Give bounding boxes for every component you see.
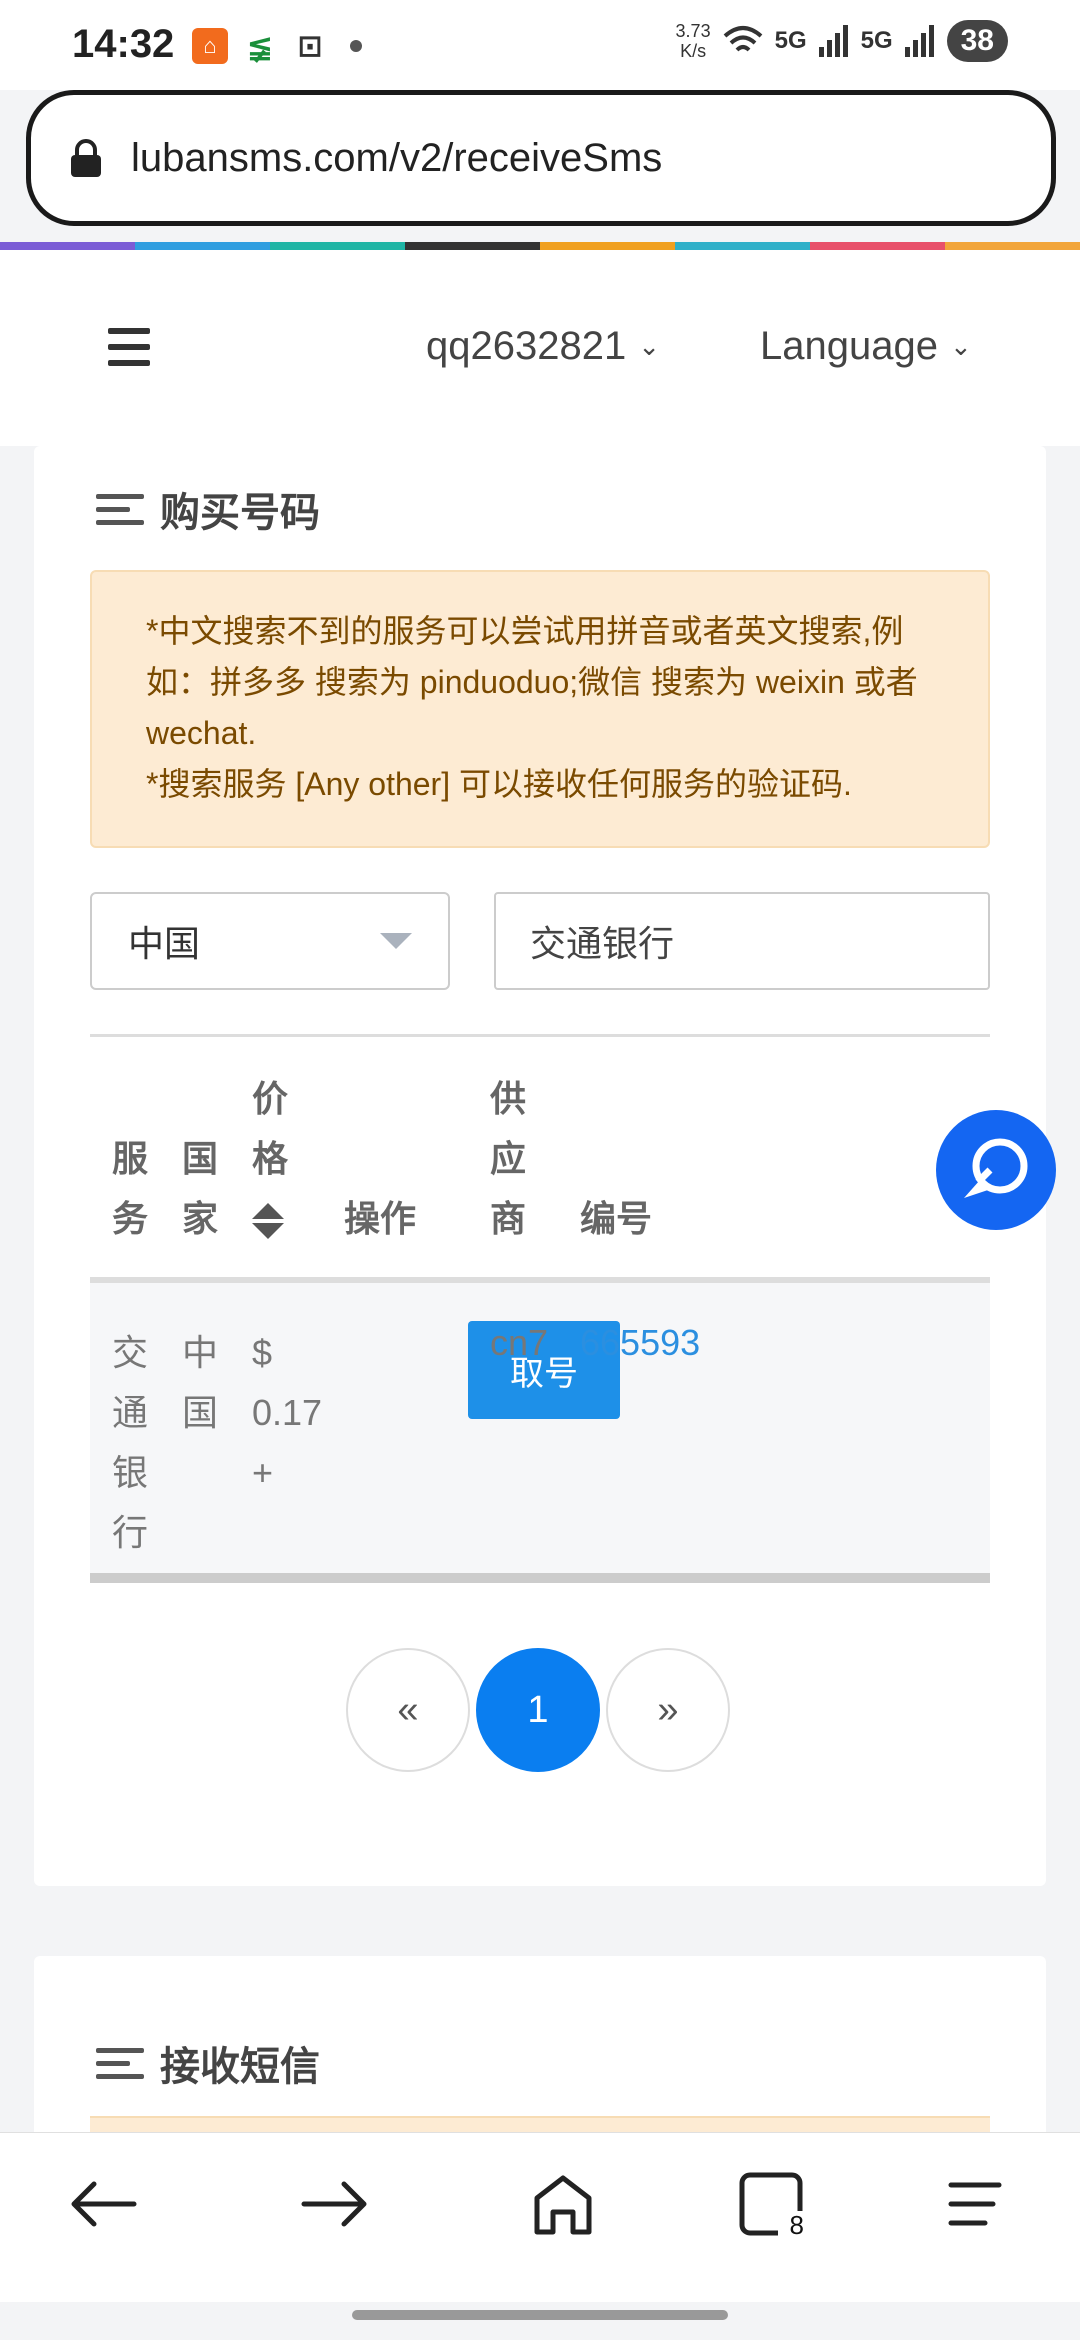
- tip-line-1: *中文搜索不到的服务可以尝试用拼音或者英文搜索,例如：拼多多 搜索为 pindu…: [146, 613, 918, 751]
- pagination: « 1 »: [346, 1648, 730, 1772]
- network-speed-unit: K/s: [680, 41, 707, 61]
- buy-section-title-text: 购买号码: [160, 491, 320, 535]
- screenshot-icon: ⊡: [297, 29, 323, 63]
- signal-1-label: 5G: [774, 27, 807, 54]
- url-text: lubansms.com/v2/receiveSms: [131, 135, 663, 180]
- home-icon: [534, 2175, 592, 2235]
- app-notification-icon: ⌂: [192, 28, 228, 64]
- receive-section-title-text: 接收短信: [160, 2045, 320, 2089]
- cell-price: $ 0.17 +: [252, 1332, 323, 1493]
- tip-line-2: *搜索服务 [Any other] 可以接收任何服务的验证码.: [146, 766, 852, 802]
- more-notifications-dot: [350, 40, 362, 52]
- user-name: qq2632821: [426, 324, 627, 368]
- chevron-down-icon: ⌄: [638, 331, 661, 361]
- prev-page-button[interactable]: «: [346, 1648, 470, 1772]
- header-service: 服务: [112, 1138, 149, 1239]
- back-button[interactable]: [58, 2159, 148, 2249]
- menu-lines-icon: [948, 2182, 1002, 2226]
- home-button[interactable]: [518, 2159, 608, 2249]
- browser-bottom-nav: 8: [0, 2132, 1080, 2302]
- tabs-button[interactable]: 8: [726, 2159, 816, 2249]
- header-price-text: 价格: [252, 1078, 289, 1179]
- header-country: 国家: [182, 1138, 219, 1239]
- sort-icon[interactable]: [252, 1203, 284, 1240]
- signal-bars-icon: [818, 25, 848, 57]
- language-dropdown[interactable]: Language ⌄: [760, 324, 972, 369]
- address-bar[interactable]: lubansms.com/v2/receiveSms: [26, 90, 1056, 226]
- network-speed: 3.73 K/s: [676, 21, 711, 61]
- buy-section-title: 购买号码: [96, 480, 320, 538]
- chevron-down-icon: ⌄: [949, 331, 972, 361]
- user-dropdown[interactable]: qq2632821 ⌄: [426, 324, 660, 369]
- header-provider: 供应商: [490, 1078, 527, 1239]
- site-header: qq2632821 ⌄ Language ⌄: [0, 250, 1080, 446]
- menu-icon[interactable]: [108, 328, 150, 376]
- wifi-icon: [723, 26, 762, 52]
- buy-number-card: 购买号码 *中文搜索不到的服务可以尝试用拼音或者英文搜索,例如：拼多多 搜索为 …: [34, 446, 1046, 1886]
- signal-2-label: 5G: [860, 27, 893, 54]
- forward-button[interactable]: [290, 2159, 380, 2249]
- cell-provider: cn7: [490, 1322, 549, 1363]
- tab-count: 8: [789, 2210, 804, 2240]
- table-header: 服务 国家 价格 操作 供应商 编号: [90, 1037, 990, 1283]
- language-label: Language: [760, 324, 938, 368]
- caret-down-icon: [380, 933, 412, 949]
- header-price[interactable]: 价格: [252, 1069, 292, 1249]
- table-row: 交通银行 中国 $ 0.17 + 取号 cn7 665593: [90, 1283, 990, 1583]
- gesture-bar[interactable]: [352, 2310, 728, 2320]
- list-icon: [96, 486, 144, 533]
- service-search-input[interactable]: [494, 892, 990, 990]
- search-tip-alert: *中文搜索不到的服务可以尝试用拼音或者英文搜索,例如：拼多多 搜索为 pindu…: [90, 570, 990, 848]
- signal-bars-icon: [904, 25, 934, 57]
- menu-button[interactable]: [930, 2159, 1020, 2249]
- status-time: 14:32: [72, 22, 175, 66]
- status-system-icons: 3.73 K/s 5G 5G 38: [676, 20, 1008, 62]
- cell-id-link[interactable]: 665593: [580, 1313, 700, 1373]
- arrow-right-icon: [301, 2181, 367, 2227]
- battery-indicator: 38: [946, 20, 1008, 62]
- network-speed-value: 3.73: [675, 21, 711, 41]
- header-id: 编号: [580, 1198, 653, 1239]
- page-load-bar: [0, 242, 1080, 250]
- numbers-table: 服务 国家 价格 操作 供应商 编号 交通银行 中国 $ 0.17 + 取号 c…: [90, 1034, 990, 1583]
- status-notification-icons: ⌂ ≨ ⊡: [192, 28, 362, 64]
- lock-icon: [71, 139, 101, 177]
- cell-service: 交通银行: [112, 1332, 149, 1553]
- refresh-icon: [964, 1138, 1028, 1198]
- country-select[interactable]: 中国: [90, 892, 450, 990]
- cell-country: 中国: [182, 1332, 219, 1433]
- arrow-left-icon: [71, 2181, 137, 2227]
- status-bar: 14:32 ⌂ ≨ ⊡ 3.73 K/s 5G 5G 38: [0, 0, 1080, 90]
- payment-app-icon: ≨: [246, 28, 274, 64]
- next-page-button[interactable]: »: [606, 1648, 730, 1772]
- receive-section-title: 接收短信: [96, 2034, 320, 2092]
- country-select-value: 中国: [128, 923, 201, 964]
- header-action: 操作: [344, 1198, 417, 1239]
- page-1-button[interactable]: 1: [476, 1648, 600, 1772]
- floating-refresh-button[interactable]: [936, 1110, 1056, 1230]
- list-icon: [96, 2040, 144, 2087]
